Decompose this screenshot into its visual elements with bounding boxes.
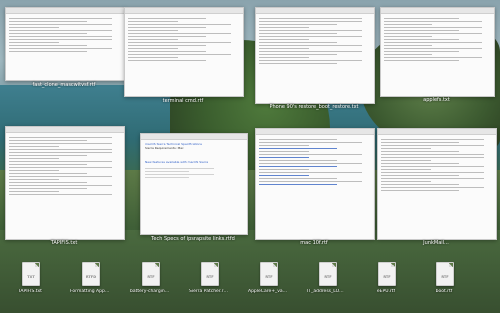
document-icon: RTF — [260, 262, 278, 286]
tech-specs-link[interactable]: New features available with macOS Sierra — [145, 160, 243, 164]
document-icon: TXT — [22, 262, 40, 286]
file-name: battery-charging.rtf — [130, 289, 170, 294]
document-icon: RTF — [142, 262, 160, 286]
window-label[interactable]: Phone 90's restore_boot_restore.txt — [255, 104, 373, 110]
window-junkmail[interactable] — [377, 128, 497, 240]
file-name: boot.rtf — [435, 289, 453, 294]
document-icon: RTFD — [82, 262, 100, 286]
file-name: IT_address_LOG.rtf — [307, 289, 347, 294]
file-name: TAPIFIS.txt — [18, 289, 42, 294]
window-label[interactable]: applefs.txt — [380, 97, 493, 103]
desktop-file[interactable]: RTF eEPU.rtf — [370, 262, 402, 302]
window-label[interactable]: fast_clone_mascwitvsf.rtf — [5, 82, 123, 88]
document-icon: RTF — [378, 262, 396, 286]
document-text — [256, 135, 374, 189]
window-label[interactable]: mac 10f.rtf — [255, 240, 373, 246]
desktop-file[interactable]: RTF boot.rtf — [428, 262, 460, 302]
document-text — [125, 14, 243, 65]
document-text — [6, 133, 124, 199]
document-text — [256, 14, 374, 68]
document-icon: RTF — [319, 262, 337, 286]
window-label[interactable]: JunkMail... — [377, 240, 495, 246]
document-text — [6, 14, 124, 56]
desktop-file[interactable]: RTF battery-charging.rtf — [130, 262, 170, 302]
file-name: Sierra Patcher.rtfd — [189, 289, 229, 294]
window-tapifis[interactable] — [5, 126, 125, 240]
desktop-file[interactable]: RTFD Formatting AppleSDOGGRE... — [70, 262, 110, 302]
desktop-file[interactable]: RTF AppleCare+_vantage.rtf — [248, 262, 288, 302]
document-text — [381, 14, 494, 65]
document-icon: RTF — [436, 262, 454, 286]
document-icon: RTF — [201, 262, 219, 286]
window-mac-10f[interactable] — [255, 128, 375, 240]
window-applefs[interactable] — [380, 7, 495, 97]
window-terminal-cmd[interactable] — [124, 7, 244, 97]
window-phone-restore[interactable] — [255, 7, 375, 104]
window-label[interactable]: Tech Specs of ipsrapsite links.rtfd — [130, 236, 256, 242]
window-label[interactable]: terminal cmd.rtf — [124, 98, 242, 104]
file-name: Formatting AppleSDOGGRE... — [70, 289, 110, 294]
desktop-file[interactable]: RTF IT_address_LOG.rtf — [307, 262, 347, 302]
document-body: macOS Sierra Technical Specifications Si… — [141, 140, 247, 182]
window-tech-specs[interactable]: macOS Sierra Technical Specifications Si… — [140, 133, 248, 235]
window-fast-clone[interactable] — [5, 7, 125, 81]
file-name: AppleCare+_vantage.rtf — [248, 289, 288, 294]
desktop-file[interactable]: RTF Sierra Patcher.rtfd — [189, 262, 229, 302]
document-text — [378, 135, 496, 195]
desktop-file[interactable]: TXT TAPIFIS.txt — [14, 262, 46, 302]
file-name: eEPU.rtf — [376, 289, 396, 294]
window-label[interactable]: TAPIFIS.txt — [5, 240, 123, 246]
